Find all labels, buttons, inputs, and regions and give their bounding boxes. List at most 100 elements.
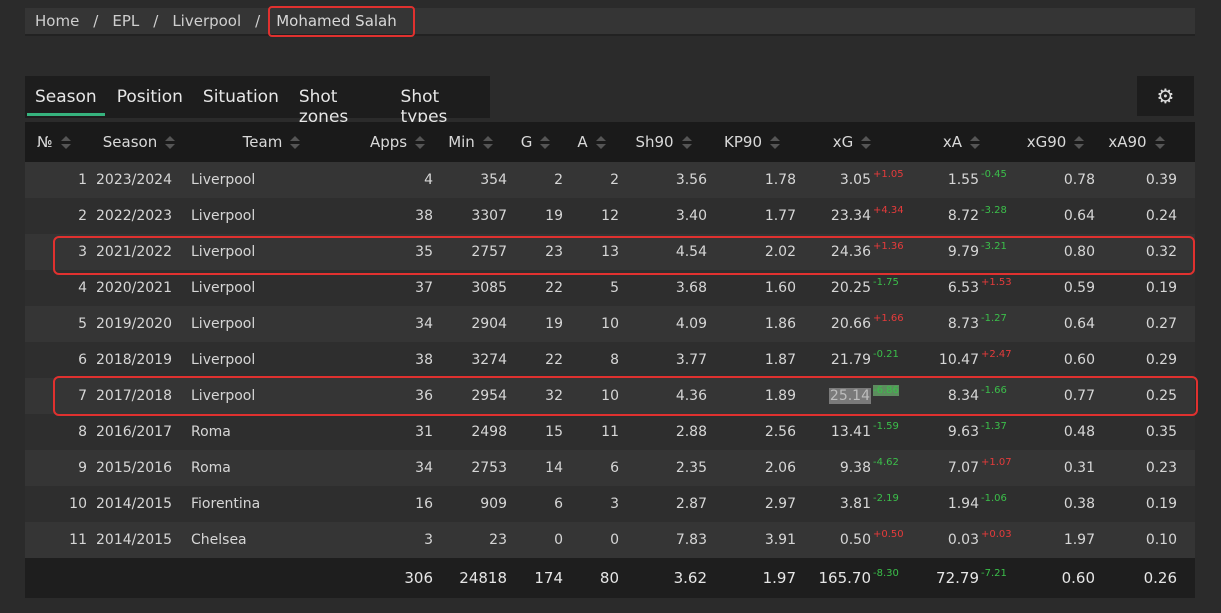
col-header-min[interactable]: Min bbox=[433, 133, 507, 151]
g-cell: 0 bbox=[554, 532, 563, 548]
kp90-cell: 1.78 bbox=[764, 172, 796, 188]
col-header-season[interactable]: Season bbox=[91, 133, 181, 151]
tab-situation[interactable]: Situation bbox=[193, 76, 289, 118]
xg90-cell: 0.64 bbox=[1063, 208, 1095, 224]
no-cell: 4 bbox=[78, 280, 87, 296]
table-row: 10 2014/2015 Fiorentina 16 909 6 3 2.87 2.97 3.81… bbox=[25, 486, 1195, 522]
xa-cell: 9.63 bbox=[947, 424, 979, 440]
apps-cell: 31 bbox=[415, 424, 433, 440]
apps-cell: 3 bbox=[424, 532, 433, 548]
breadcrumb-home[interactable]: Home bbox=[35, 12, 79, 30]
team-cell: Liverpool bbox=[191, 172, 256, 188]
xa-diff-cell: -1.27 bbox=[981, 313, 1007, 324]
col-header-apps[interactable]: Apps bbox=[361, 133, 433, 151]
col-header-a[interactable]: A bbox=[563, 133, 619, 151]
col-header-kp90[interactable]: KP90 bbox=[707, 133, 796, 151]
sort-icon bbox=[60, 136, 71, 149]
col-header-xg90[interactable]: xG90 bbox=[1015, 133, 1095, 151]
breadcrumb-league[interactable]: EPL bbox=[112, 12, 139, 30]
xg90-cell: 0.78 bbox=[1063, 172, 1095, 188]
g-cell: 2 bbox=[554, 172, 563, 188]
season-cell: 2020/2021 bbox=[96, 280, 172, 296]
a-cell: 12 bbox=[601, 208, 619, 224]
tab-season[interactable]: Season bbox=[25, 76, 107, 118]
kp90-cell: 2.02 bbox=[764, 244, 796, 260]
xa90-cell: 0.19 bbox=[1145, 280, 1177, 296]
sort-icon bbox=[165, 136, 176, 149]
kp90-cell: 2.56 bbox=[764, 424, 796, 440]
xg-diff-cell: -4.62 bbox=[873, 457, 899, 468]
total-sh90: 3.62 bbox=[673, 569, 707, 587]
no-cell: 8 bbox=[78, 424, 87, 440]
no-cell: 5 bbox=[78, 316, 87, 332]
sort-icon bbox=[415, 136, 426, 149]
apps-cell: 34 bbox=[415, 316, 433, 332]
sh90-cell: 3.77 bbox=[675, 352, 707, 368]
xa-cell: 7.07 bbox=[947, 460, 979, 476]
tab-shot-types[interactable]: Shot types bbox=[391, 76, 490, 127]
sort-icon bbox=[595, 136, 606, 149]
sort-icon bbox=[1154, 136, 1165, 149]
g-cell: 23 bbox=[545, 244, 563, 260]
col-header-g[interactable]: G bbox=[507, 133, 563, 151]
col-header-xa[interactable]: xA bbox=[907, 133, 1015, 151]
breadcrumb-separator: / bbox=[93, 12, 99, 30]
season-cell: 2018/2019 bbox=[96, 352, 172, 368]
xg90-cell: 0.38 bbox=[1063, 496, 1095, 512]
season-cell: 2016/2017 bbox=[96, 424, 172, 440]
breadcrumb-team[interactable]: Liverpool bbox=[172, 12, 241, 30]
season-cell: 2021/2022 bbox=[96, 244, 172, 260]
xg90-cell: 0.59 bbox=[1063, 280, 1095, 296]
settings-button[interactable]: ⚙ bbox=[1137, 76, 1194, 116]
season-cell: 2023/2024 bbox=[96, 172, 172, 188]
min-cell: 3274 bbox=[471, 352, 507, 368]
table-row: 5 2019/2020 Liverpool 34 2904 19 10 4.09 1.86 20.… bbox=[25, 306, 1195, 342]
col-header-team[interactable]: Team bbox=[181, 133, 361, 151]
xa90-cell: 0.10 bbox=[1145, 532, 1177, 548]
apps-cell: 36 bbox=[415, 388, 433, 404]
xa-cell: 9.79 bbox=[947, 244, 979, 260]
table-row: 11 2014/2015 Chelsea 3 23 0 0 7.83 3.91 0.50 +0.50… bbox=[25, 522, 1195, 558]
a-cell: 6 bbox=[610, 460, 619, 476]
xg90-cell: 0.77 bbox=[1063, 388, 1095, 404]
team-cell: Liverpool bbox=[191, 316, 256, 332]
kp90-cell: 1.86 bbox=[764, 316, 796, 332]
xa-diff-cell: -0.45 bbox=[981, 169, 1007, 180]
table-header-row: № Season Team Apps Min G A Sh90 KP90 xG … bbox=[25, 122, 1195, 162]
g-cell: 6 bbox=[554, 496, 563, 512]
season-stats-table: № Season Team Apps Min G A Sh90 KP90 xG … bbox=[25, 122, 1195, 598]
xa-cell: 1.55 bbox=[947, 172, 979, 188]
team-cell: Chelsea bbox=[191, 532, 247, 548]
xa-cell: 1.94 bbox=[947, 496, 979, 512]
col-header-sh90[interactable]: Sh90 bbox=[619, 133, 707, 151]
team-cell: Liverpool bbox=[191, 208, 256, 224]
col-header-no[interactable]: № bbox=[25, 133, 91, 151]
sh90-cell: 4.09 bbox=[675, 316, 707, 332]
xa-diff-cell: -3.28 bbox=[981, 205, 1007, 216]
apps-cell: 4 bbox=[424, 172, 433, 188]
col-header-xa90[interactable]: xA90 bbox=[1095, 133, 1183, 151]
xg-cell: 0.50 bbox=[839, 532, 871, 548]
season-cell: 2014/2015 bbox=[96, 532, 172, 548]
xg-diff-cell: -0.21 bbox=[873, 349, 899, 360]
xa-cell: 0.03 bbox=[947, 532, 979, 548]
total-min: 24818 bbox=[459, 569, 507, 587]
no-cell: 1 bbox=[78, 172, 87, 188]
total-xg90: 0.60 bbox=[1061, 569, 1095, 587]
min-cell: 3307 bbox=[471, 208, 507, 224]
total-xa90: 0.26 bbox=[1143, 569, 1177, 587]
team-cell: Roma bbox=[191, 460, 231, 476]
min-cell: 2757 bbox=[471, 244, 507, 260]
xa90-cell: 0.29 bbox=[1145, 352, 1177, 368]
a-cell: 13 bbox=[601, 244, 619, 260]
xa90-cell: 0.32 bbox=[1145, 244, 1177, 260]
xa90-cell: 0.39 bbox=[1145, 172, 1177, 188]
sh90-cell: 3.40 bbox=[675, 208, 707, 224]
tab-position[interactable]: Position bbox=[107, 76, 193, 118]
tab-shot-zones[interactable]: Shot zones bbox=[289, 76, 391, 127]
xg-cell: 3.81 bbox=[839, 496, 871, 512]
xa-diff-cell: +0.03 bbox=[981, 529, 1012, 540]
col-header-xg[interactable]: xG bbox=[796, 133, 907, 151]
apps-cell: 16 bbox=[415, 496, 433, 512]
season-cell: 2014/2015 bbox=[96, 496, 172, 512]
